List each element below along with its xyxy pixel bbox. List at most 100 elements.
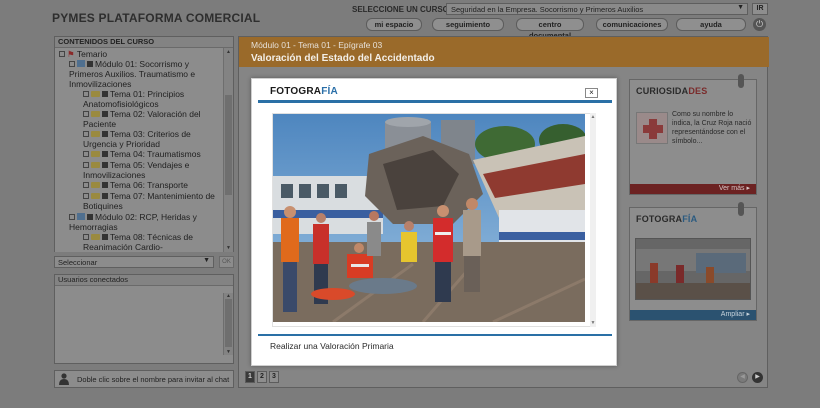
- course-contents-panel: CONTENIDOS DEL CURSO ⚑ Temario Módulo 01…: [54, 36, 234, 252]
- curiosidades-text: Como su nombre lo indica, la Cruz Roja n…: [672, 111, 752, 145]
- divider: [258, 100, 612, 103]
- collapse-icon: [69, 61, 75, 67]
- checkbox-icon: [87, 214, 93, 220]
- tree-item[interactable]: Tema 07: Mantenimiento de Botiquines: [83, 191, 219, 211]
- collapse-icon: [59, 51, 65, 57]
- pin-icon: [738, 202, 744, 216]
- user-icon: [59, 373, 69, 385]
- nav-comunicaciones[interactable]: comunicaciones: [596, 18, 668, 31]
- header: PYMES PLATAFORMA COMERCIAL SELECCIONE UN…: [0, 0, 820, 40]
- checkbox-icon: [102, 151, 108, 157]
- expand-icon: [83, 111, 89, 117]
- folder-icon: [91, 131, 100, 137]
- chat-hint-text: Doble clic sobre el nombre para invitar …: [77, 375, 230, 384]
- folder-icon: [91, 162, 100, 168]
- section-select[interactable]: Seleccionar ▼: [54, 256, 214, 268]
- scroll-up-icon[interactable]: ▲: [225, 49, 232, 55]
- course-tree: ⚑ Temario Módulo 01: Socorrismo y Primer…: [55, 48, 223, 252]
- close-icon[interactable]: ×: [585, 88, 598, 98]
- curiosidades-title: CURIOSIDADES: [636, 86, 708, 96]
- page-1-button[interactable]: 1: [245, 371, 255, 383]
- page: PYMES PLATAFORMA COMERCIAL SELECCIONE UN…: [0, 0, 820, 408]
- checkbox-icon: [87, 61, 93, 67]
- scroll-thumb[interactable]: [225, 95, 232, 195]
- chevron-down-icon: ▼: [203, 257, 210, 264]
- page-3-button[interactable]: 3: [269, 371, 279, 383]
- page-2-button[interactable]: 2: [257, 371, 267, 383]
- tree-item[interactable]: Tema 02: Valoración del Paciente: [83, 109, 219, 129]
- modal-scrollbar[interactable]: ▲ ▼: [590, 113, 596, 327]
- expand-icon: [83, 91, 89, 97]
- connected-users-panel: Usuarios conectados ▲ ▼: [54, 274, 234, 364]
- tree-item[interactable]: Tema 01: Principios Anatomofisiológicos: [83, 89, 219, 109]
- collapse-icon: [69, 214, 75, 220]
- zoom-link[interactable]: Ampliar ▸: [630, 310, 756, 320]
- page-title: Valoración del Estado del Accidentado: [251, 53, 435, 64]
- users-title: Usuarios conectados: [55, 275, 233, 286]
- curiosidades-card: CURIOSIDADES Como su nombre lo indica, l…: [629, 74, 757, 195]
- nav-ayuda[interactable]: ayuda: [676, 18, 746, 31]
- folder-icon: [91, 182, 100, 188]
- expand-icon: [83, 182, 89, 188]
- folder-icon: [91, 91, 100, 97]
- scroll-up-icon[interactable]: ▲: [590, 114, 596, 120]
- checkbox-icon: [102, 131, 108, 137]
- tree-item[interactable]: Tema 03: Criterios de Urgencia y Priorid…: [83, 129, 219, 149]
- module-icon: [77, 213, 85, 220]
- folder-icon: [91, 151, 100, 157]
- fotografia-card: FOTOGRAFÍA Ampliar ▸: [629, 202, 757, 321]
- tree-item[interactable]: Módulo 01: Socorrismo y Primeros Auxilio…: [69, 59, 219, 89]
- expand-icon: [83, 131, 89, 137]
- tree-item[interactable]: Módulo 02: RCP, Heridas y Hemorragias: [69, 212, 219, 232]
- breadcrumb: Módulo 01 - Tema 01 - Epígrafe 03: [251, 40, 383, 50]
- nav-centro-documental[interactable]: centro documental: [516, 18, 584, 40]
- pin-icon: [738, 74, 744, 88]
- module-icon: [77, 60, 85, 67]
- checkbox-icon: [102, 182, 108, 188]
- scroll-down-icon[interactable]: ▼: [225, 245, 232, 251]
- accident-photo: [273, 114, 585, 322]
- folder-icon: [91, 234, 100, 240]
- flag-icon: ⚑: [67, 49, 75, 59]
- tree-scrollbar[interactable]: ▲ ▼: [223, 48, 233, 252]
- brand-title: PYMES PLATAFORMA COMERCIAL: [52, 11, 261, 25]
- chat-hint: Doble clic sobre el nombre para invitar …: [54, 370, 234, 388]
- photo-caption: Realizar una Valoración Primaria: [270, 341, 394, 351]
- course-select[interactable]: Seguridad en la Empresa. Socorrismo y Pr…: [446, 3, 748, 15]
- users-scrollbar[interactable]: ▲ ▼: [223, 293, 233, 355]
- checkbox-icon: [102, 91, 108, 97]
- section-select-value: Seleccionar: [58, 258, 98, 267]
- expand-icon: [83, 193, 89, 199]
- photo-modal: FOTOGRAFÍA × ▲ ▼ Realizar una Valoración…: [251, 78, 617, 366]
- scroll-thumb[interactable]: [225, 299, 232, 347]
- fotografia-title: FOTOGRAFÍA: [636, 214, 698, 224]
- nav-seguimiento[interactable]: seguimiento: [432, 18, 504, 31]
- course-select-value: Seguridad en la Empresa. Socorrismo y Pr…: [451, 5, 644, 14]
- ok-button[interactable]: OK: [219, 256, 234, 268]
- nav-mi-espacio[interactable]: mi espacio: [366, 18, 422, 31]
- photo-viewer: [272, 113, 596, 327]
- expand-icon: [83, 234, 89, 240]
- folder-icon: [91, 193, 100, 199]
- course-select-label: SELECCIONE UN CURSO:: [352, 5, 452, 14]
- tree-item[interactable]: Tema 04: Traumatismos: [83, 149, 219, 159]
- see-more-link[interactable]: Ver más ▸: [630, 184, 756, 194]
- folder-icon: [91, 111, 100, 117]
- checkbox-icon: [102, 111, 108, 117]
- expand-icon: [83, 151, 89, 157]
- divider: [258, 334, 612, 336]
- tree-item[interactable]: Tema 05: Vendajes e Inmovilizaciones: [83, 160, 219, 180]
- photo-thumbnail[interactable]: [635, 238, 751, 300]
- next-page-icon[interactable]: ▶: [752, 372, 763, 383]
- tree-item[interactable]: Tema 08: Técnicas de Reanimación Cardio-: [83, 232, 219, 252]
- chevron-down-icon: ▼: [737, 4, 744, 11]
- scroll-down-icon[interactable]: ▼: [225, 349, 232, 355]
- tree-item[interactable]: Tema 06: Transporte: [83, 180, 219, 190]
- prev-page-icon[interactable]: ◀: [737, 372, 748, 383]
- lesson-header: Módulo 01 - Tema 01 - Epígrafe 03 Valora…: [239, 37, 769, 67]
- tree-item[interactable]: ⚑ Temario: [59, 49, 107, 59]
- contents-title: CONTENIDOS DEL CURSO: [55, 37, 233, 48]
- scroll-down-icon[interactable]: ▼: [590, 320, 596, 326]
- go-button[interactable]: IR: [752, 3, 768, 15]
- power-icon[interactable]: ⏻: [753, 18, 766, 31]
